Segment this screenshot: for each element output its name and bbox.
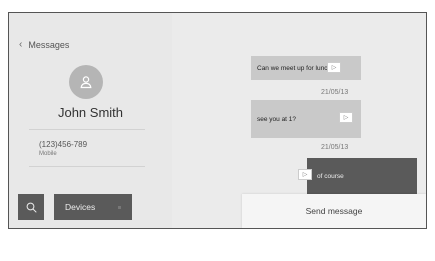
- contact-phone-type: Mobile: [39, 151, 57, 157]
- divider: [29, 129, 145, 130]
- search-button[interactable]: [18, 194, 44, 220]
- play-icon: ▷: [331, 65, 337, 71]
- devices-label: Devices: [65, 202, 96, 212]
- message-text: see you at 1?: [257, 115, 297, 123]
- send-message-button[interactable]: Send message: [242, 194, 426, 228]
- contact-panel: ‹ Messages John Smith (123)456-789 Mobil…: [9, 13, 172, 228]
- person-icon: [80, 76, 92, 89]
- play-icon: ▷: [302, 172, 308, 178]
- indicator-dot: [118, 206, 121, 209]
- message-text: of course: [317, 172, 344, 180]
- contact-phone[interactable]: (123)456-789: [39, 140, 87, 149]
- send-message-label: Send message: [305, 206, 363, 216]
- play-message-button[interactable]: ▷: [339, 112, 353, 123]
- message-date: 21/05/13: [321, 144, 349, 151]
- back-button[interactable]: ‹ Messages: [19, 39, 69, 50]
- messages-screen: ‹ Messages John Smith (123)456-789 Mobil…: [8, 12, 427, 229]
- message-bubble-outgoing[interactable]: of course: [307, 158, 417, 194]
- message-text: Can we meet up for lunch?: [257, 64, 335, 72]
- chevron-left-icon: ‹: [19, 39, 23, 50]
- avatar: [69, 65, 103, 99]
- message-date: 21/05/13: [321, 89, 349, 96]
- divider: [29, 166, 145, 167]
- play-message-button[interactable]: ▷: [327, 62, 341, 73]
- play-icon: ▷: [343, 115, 349, 121]
- message-bubble-incoming[interactable]: Can we meet up for lunch?: [251, 56, 361, 80]
- contact-name: John Smith: [57, 105, 124, 120]
- search-icon: [26, 202, 37, 213]
- devices-button[interactable]: Devices: [54, 194, 132, 220]
- play-message-button[interactable]: ▷: [298, 169, 312, 180]
- back-label: Messages: [28, 39, 70, 50]
